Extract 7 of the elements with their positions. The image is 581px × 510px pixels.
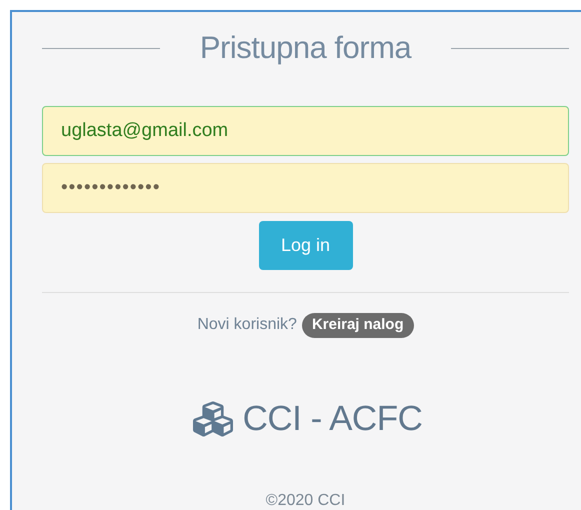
logo-text: CCI - ACFC <box>242 398 422 440</box>
email-field[interactable]: uglasta@gmail.com <box>42 106 569 156</box>
copyright-text: ©2020 CCI <box>266 491 346 510</box>
form-title: Pristupna forma <box>200 29 412 67</box>
create-account-link[interactable]: Kreiraj nalog <box>302 313 414 338</box>
signup-prompt: Novi korisnik? <box>197 315 297 336</box>
password-field[interactable]: ••••••••••••• <box>42 163 569 213</box>
